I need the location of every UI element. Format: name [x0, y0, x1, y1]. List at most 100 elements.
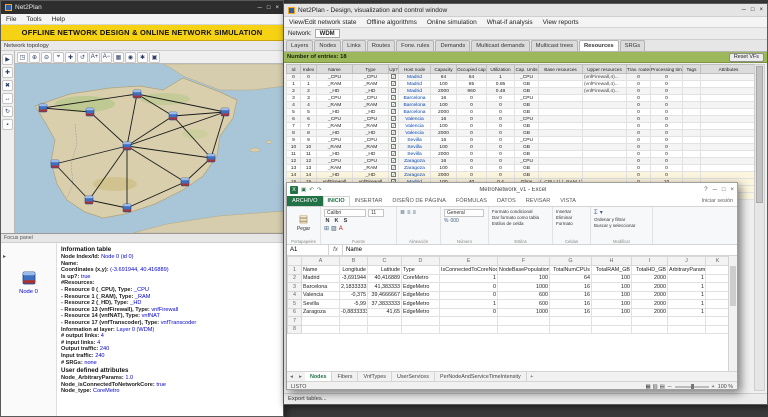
cell[interactable] [706, 274, 730, 283]
cell[interactable]: 1000 [498, 283, 550, 292]
map-tool-icon[interactable]: ⊕ [29, 52, 40, 63]
cell[interactable]: EdgeMetro [402, 291, 440, 300]
resource-row[interactable]: 11_RAM_RAM ✓ Madrid 100850.85GB (vnfFire… [287, 81, 757, 88]
map-tool-icon[interactable]: ⌖ [53, 52, 64, 63]
resource-row[interactable]: 77_RAM_RAM ✓ Valencia 10000GB 00 [287, 123, 757, 130]
add-sheet-button[interactable]: + [527, 372, 537, 381]
cell[interactable]: 16 [550, 308, 592, 317]
close-button[interactable]: × [730, 187, 734, 193]
resource-row[interactable]: 33_CPU_CPU ✓ Barcelona 1600_CPU 00 [287, 95, 757, 102]
info-value[interactable]: 4 [101, 333, 104, 339]
menu-item[interactable]: What-if analysis [482, 19, 538, 26]
column-header[interactable]: Name [317, 65, 353, 74]
map-tool-icon[interactable]: ✚ [65, 52, 76, 63]
number-format-icon[interactable]: % [444, 218, 448, 224]
cell[interactable] [550, 317, 592, 326]
sign-in-link[interactable]: Iniciar sesión [702, 196, 737, 206]
map-node[interactable] [221, 108, 229, 116]
map-node[interactable] [123, 204, 131, 212]
cell[interactable] [668, 317, 706, 326]
right-window-titlebar[interactable]: Net2Plan - Design, visualization and con… [284, 4, 767, 17]
cell[interactable] [368, 325, 402, 334]
cell[interactable]: TotalRAM_GB [592, 266, 632, 275]
cell[interactable]: -5,99 [340, 300, 368, 309]
zoom-slider[interactable] [675, 386, 709, 388]
resource-row[interactable]: 00_CPU_CPU ✓ Madrid 64641_CPU (vnfFirewa… [287, 74, 757, 81]
info-value[interactable]: 4 [97, 340, 100, 346]
cell[interactable]: ArbitraryParams [668, 266, 706, 275]
cell[interactable]: 1 [440, 300, 498, 309]
column-header[interactable]: K [706, 257, 730, 266]
cell[interactable]: 0 [440, 291, 498, 300]
is-up-checkbox[interactable]: ✓ [391, 81, 396, 86]
column-header[interactable]: J [668, 257, 706, 266]
cell[interactable]: 41,383333 [368, 283, 402, 292]
ribbon-tab[interactable]: DISEÑO DE PÁGINA [387, 196, 450, 206]
resource-row[interactable]: 22_HD_HD ✓ Madrid 20009600.48GB (vnfFire… [287, 88, 757, 95]
number-format-select[interactable]: General [444, 209, 484, 217]
paste-button[interactable]: ▤ Pegar [290, 209, 317, 237]
cell[interactable]: EdgeMetro [402, 308, 440, 317]
maximize-button[interactable]: □ [722, 187, 726, 193]
ribbon-tab[interactable]: DATOS [492, 196, 521, 206]
sheet-tab[interactable]: PerNodeAndServiceTimeIntensity [435, 372, 527, 381]
row-header[interactable]: 4 [288, 291, 302, 300]
reset-vfs-button[interactable]: Reset VFs [729, 53, 764, 62]
resource-row[interactable]: 66_CPU_CPU ✓ Valencia 1600_CPU 00 [287, 116, 757, 123]
map-tool-icon[interactable]: ▶ [2, 54, 13, 65]
row-header[interactable]: 6 [288, 308, 302, 317]
cell[interactable]: 64 [550, 274, 592, 283]
ribbon-tab[interactable]: INICIO [323, 196, 350, 206]
font-size-select[interactable]: 11 [368, 209, 384, 217]
info-value[interactable]: Node 0 (id 0) [101, 254, 133, 260]
cell[interactable] [340, 317, 368, 326]
close-button[interactable]: × [275, 5, 279, 11]
cell[interactable] [498, 317, 550, 326]
is-up-checkbox[interactable]: ✓ [391, 137, 396, 142]
map-node[interactable] [207, 154, 215, 162]
select-all-corner[interactable] [288, 257, 302, 266]
cell[interactable]: 2000 [632, 300, 668, 309]
attr-value[interactable]: 1.0 [125, 375, 133, 381]
cell[interactable] [550, 325, 592, 334]
font-name-select[interactable]: Calibri [324, 209, 366, 217]
cell[interactable]: 0 [440, 308, 498, 317]
cell[interactable]: Madrid [302, 274, 340, 283]
column-header[interactable]: Trav. routes [627, 65, 651, 74]
cell[interactable]: 1 [668, 308, 706, 317]
borders-icon[interactable]: ⊞ [324, 225, 329, 232]
info-value[interactable]: vnfFirewall [151, 307, 178, 313]
map-node[interactable] [85, 196, 93, 204]
cell[interactable] [440, 317, 498, 326]
info-value[interactable]: Layer 0 (WDM) [116, 327, 154, 333]
autosum-icon[interactable]: Σ [594, 210, 598, 216]
info-value[interactable]: 240 [100, 346, 109, 352]
column-header[interactable]: Processing tim. [651, 65, 683, 74]
column-header[interactable]: Id [287, 65, 301, 74]
cell[interactable]: Latitude [368, 266, 402, 275]
cell[interactable]: Type [402, 266, 440, 275]
map-node[interactable] [133, 90, 141, 98]
column-header[interactable]: Upper resources [583, 65, 627, 74]
zoom-out-icon[interactable]: ─ [668, 384, 672, 390]
cell[interactable]: NodeBasePopulation [498, 266, 550, 275]
info-value[interactable]: _RAM [135, 294, 151, 300]
column-header[interactable]: B [340, 257, 368, 266]
map-tool-icon[interactable]: ▦ [113, 52, 124, 63]
info-value[interactable]: none [84, 360, 96, 366]
grid-scrollbar[interactable] [728, 256, 737, 371]
map-tool-icon[interactable]: ◉ [125, 52, 136, 63]
column-header[interactable]: Cap. Units [515, 65, 539, 74]
number-format-icon[interactable]: 000 [450, 218, 458, 224]
cell[interactable] [706, 266, 730, 275]
map-tool-icon[interactable]: ▣ [149, 52, 160, 63]
cell[interactable]: 0 [440, 283, 498, 292]
map-node[interactable] [169, 112, 177, 120]
resource-row[interactable]: 1313_RAM_RAM ✓ Zaragoza 10000GB 00 [287, 165, 757, 172]
ribbon-tab[interactable]: INSERTAR [350, 196, 388, 206]
minimize-button[interactable]: ─ [713, 187, 717, 193]
map-tool-icon[interactable]: A− [101, 52, 112, 63]
cells-button[interactable]: Formato [556, 221, 587, 227]
cell[interactable] [668, 325, 706, 334]
menu-item[interactable]: View/Edit network state [284, 19, 361, 26]
